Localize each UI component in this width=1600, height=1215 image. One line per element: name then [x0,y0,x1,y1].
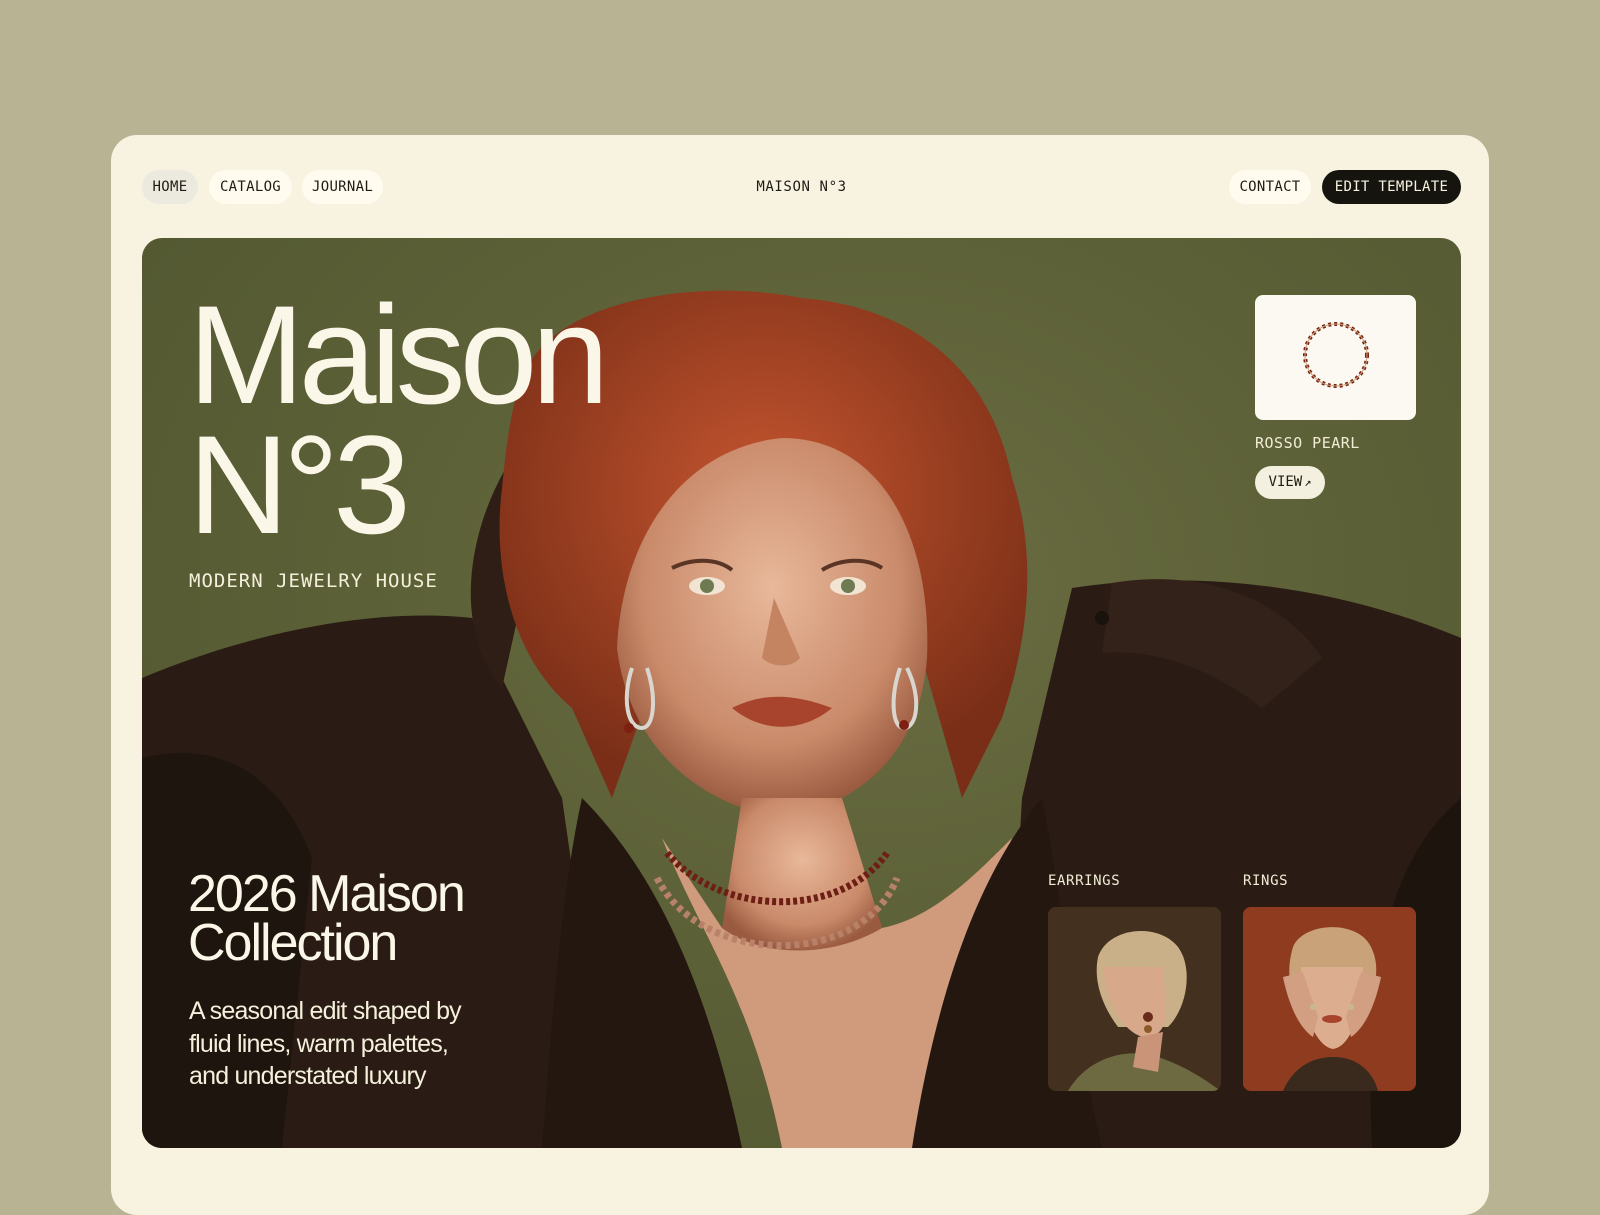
hero-banner: Maison N°3 MODERN JEWELRY HOUSE ROSSO PE… [142,238,1461,1148]
collection-description: A seasonal edit shaped by fluid lines, w… [189,997,462,1090]
collection-title: 2026 Maison Collection [188,865,466,972]
earrings-model-image [1048,907,1221,1091]
top-navigation: HOME CATALOG JOURNAL MAISON N°3 CONTACT … [142,170,1461,204]
nav-contact-link[interactable]: CONTACT [1229,170,1311,204]
featured-product-name: ROSSO PEARL [1255,434,1360,452]
category-rings-thumbnail[interactable] [1243,907,1416,1091]
necklace-product-image [1303,322,1369,388]
nav-journal-link[interactable]: JOURNAL [302,170,383,204]
hero-subtitle: MODERN JEWELRY HOUSE [189,570,438,592]
category-earrings-thumbnail[interactable] [1048,907,1221,1091]
view-product-button[interactable]: VIEW ↗ [1255,466,1325,499]
arrow-up-right-icon: ↗ [1304,475,1312,489]
category-earrings-label: EARRINGS [1048,873,1121,889]
featured-product-card[interactable] [1255,295,1416,420]
hero-title: Maison N°3 [188,276,609,563]
rings-model-image [1243,907,1416,1091]
view-button-label: VIEW [1268,474,1303,490]
website-frame: HOME CATALOG JOURNAL MAISON N°3 CONTACT … [111,135,1489,1215]
nav-home-link[interactable]: HOME [142,170,198,204]
edit-template-button[interactable]: EDIT TEMPLATE [1322,170,1461,204]
category-rings-label: RINGS [1243,873,1289,889]
nav-catalog-link[interactable]: CATALOG [209,170,292,204]
